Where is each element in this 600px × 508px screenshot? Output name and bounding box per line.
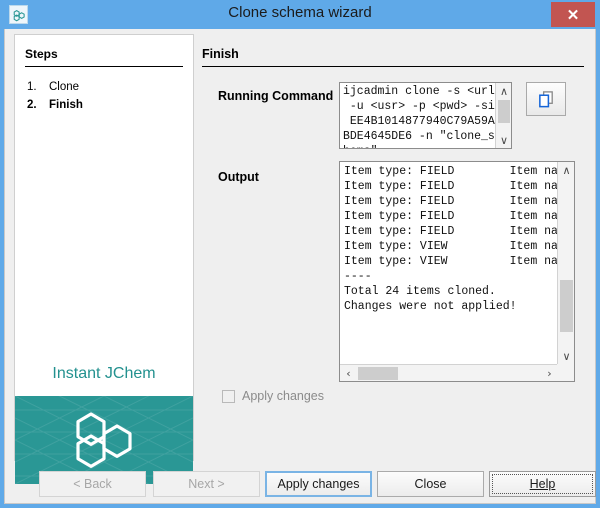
apply-changes-label: Apply changes [242,389,324,403]
close-dialog-button-label: Close [415,477,447,491]
output-label: Output [218,170,259,184]
step-item-finish: 2.Finish [27,99,83,111]
output-scroll-up-arrow[interactable]: ∧ [558,162,575,178]
output-scroll-thumb[interactable] [560,280,573,332]
scrollbar-corner [557,364,574,381]
window-title: Clone schema wizard [0,4,600,21]
output-scroll-down-arrow[interactable]: ∨ [558,348,575,364]
running-command-label: Running Command [218,89,333,103]
title-bar: Clone schema wizard ✕ [0,0,600,29]
command-scroll-up-arrow[interactable]: ∧ [496,83,512,99]
output-scroll-right-arrow[interactable]: › [541,365,558,382]
brand-name: Instant JChem [15,365,193,383]
apply-changes-button[interactable]: Apply changes [265,471,372,497]
steps-divider [25,66,183,67]
close-dialog-button[interactable]: Close [377,471,484,497]
page-title-divider [202,66,584,67]
page-title: Finish [202,47,239,61]
output-vertical-scrollbar[interactable]: ∧ ∨ [557,162,574,364]
help-button-label: Help [530,477,556,491]
copy-button[interactable] [526,82,566,116]
steps-panel: Steps 1.Clone 2.Finish Instant JChem [14,34,194,461]
checkbox-box[interactable] [222,390,235,403]
back-button[interactable]: < Back [39,471,146,497]
next-button-label: Next > [188,477,224,491]
back-button-label: < Back [73,477,112,491]
apply-changes-button-label: Apply changes [277,477,359,491]
output-text: Item type: FIELD Item name Item type: FI… [344,164,572,314]
jchem-hexagon-logo [73,411,135,469]
apply-changes-checkbox[interactable]: Apply changes [222,389,324,403]
output-horizontal-scrollbar[interactable]: ‹ › [340,364,558,381]
running-command-text: ijcadmin clone -s <url> -u <usr> -p <pwd… [343,84,489,149]
command-vertical-scrollbar[interactable]: ∧ ∨ [495,83,511,148]
output-scroll-left-arrow[interactable]: ‹ [340,365,357,382]
dialog-body: Steps 1.Clone 2.Finish Instant JChem [4,29,596,504]
main-panel: Finish Running Command ijcadmin clone -s… [196,34,590,461]
step-label: Finish [49,99,83,111]
step-label: Clone [49,81,79,93]
output-hscroll-thumb[interactable] [358,367,398,380]
step-number: 1. [27,81,49,93]
wizard-window: Clone schema wizard ✕ Steps 1.Clone 2.Fi… [0,0,600,508]
help-button[interactable]: Help [489,471,596,497]
step-item-clone: 1.Clone [27,81,79,93]
step-number: 2. [27,99,49,111]
close-button[interactable]: ✕ [551,2,595,27]
command-scroll-thumb[interactable] [498,100,510,123]
running-command-field[interactable]: ijcadmin clone -s <url> -u <usr> -p <pwd… [339,82,512,149]
output-field[interactable]: Item type: FIELD Item name Item type: FI… [339,161,575,382]
command-scroll-down-arrow[interactable]: ∨ [496,132,512,148]
copy-icon [537,90,556,109]
steps-heading: Steps [25,47,58,61]
footer-button-bar: < Back Next > Apply changes Close Help [5,467,595,503]
next-button[interactable]: Next > [153,471,260,497]
